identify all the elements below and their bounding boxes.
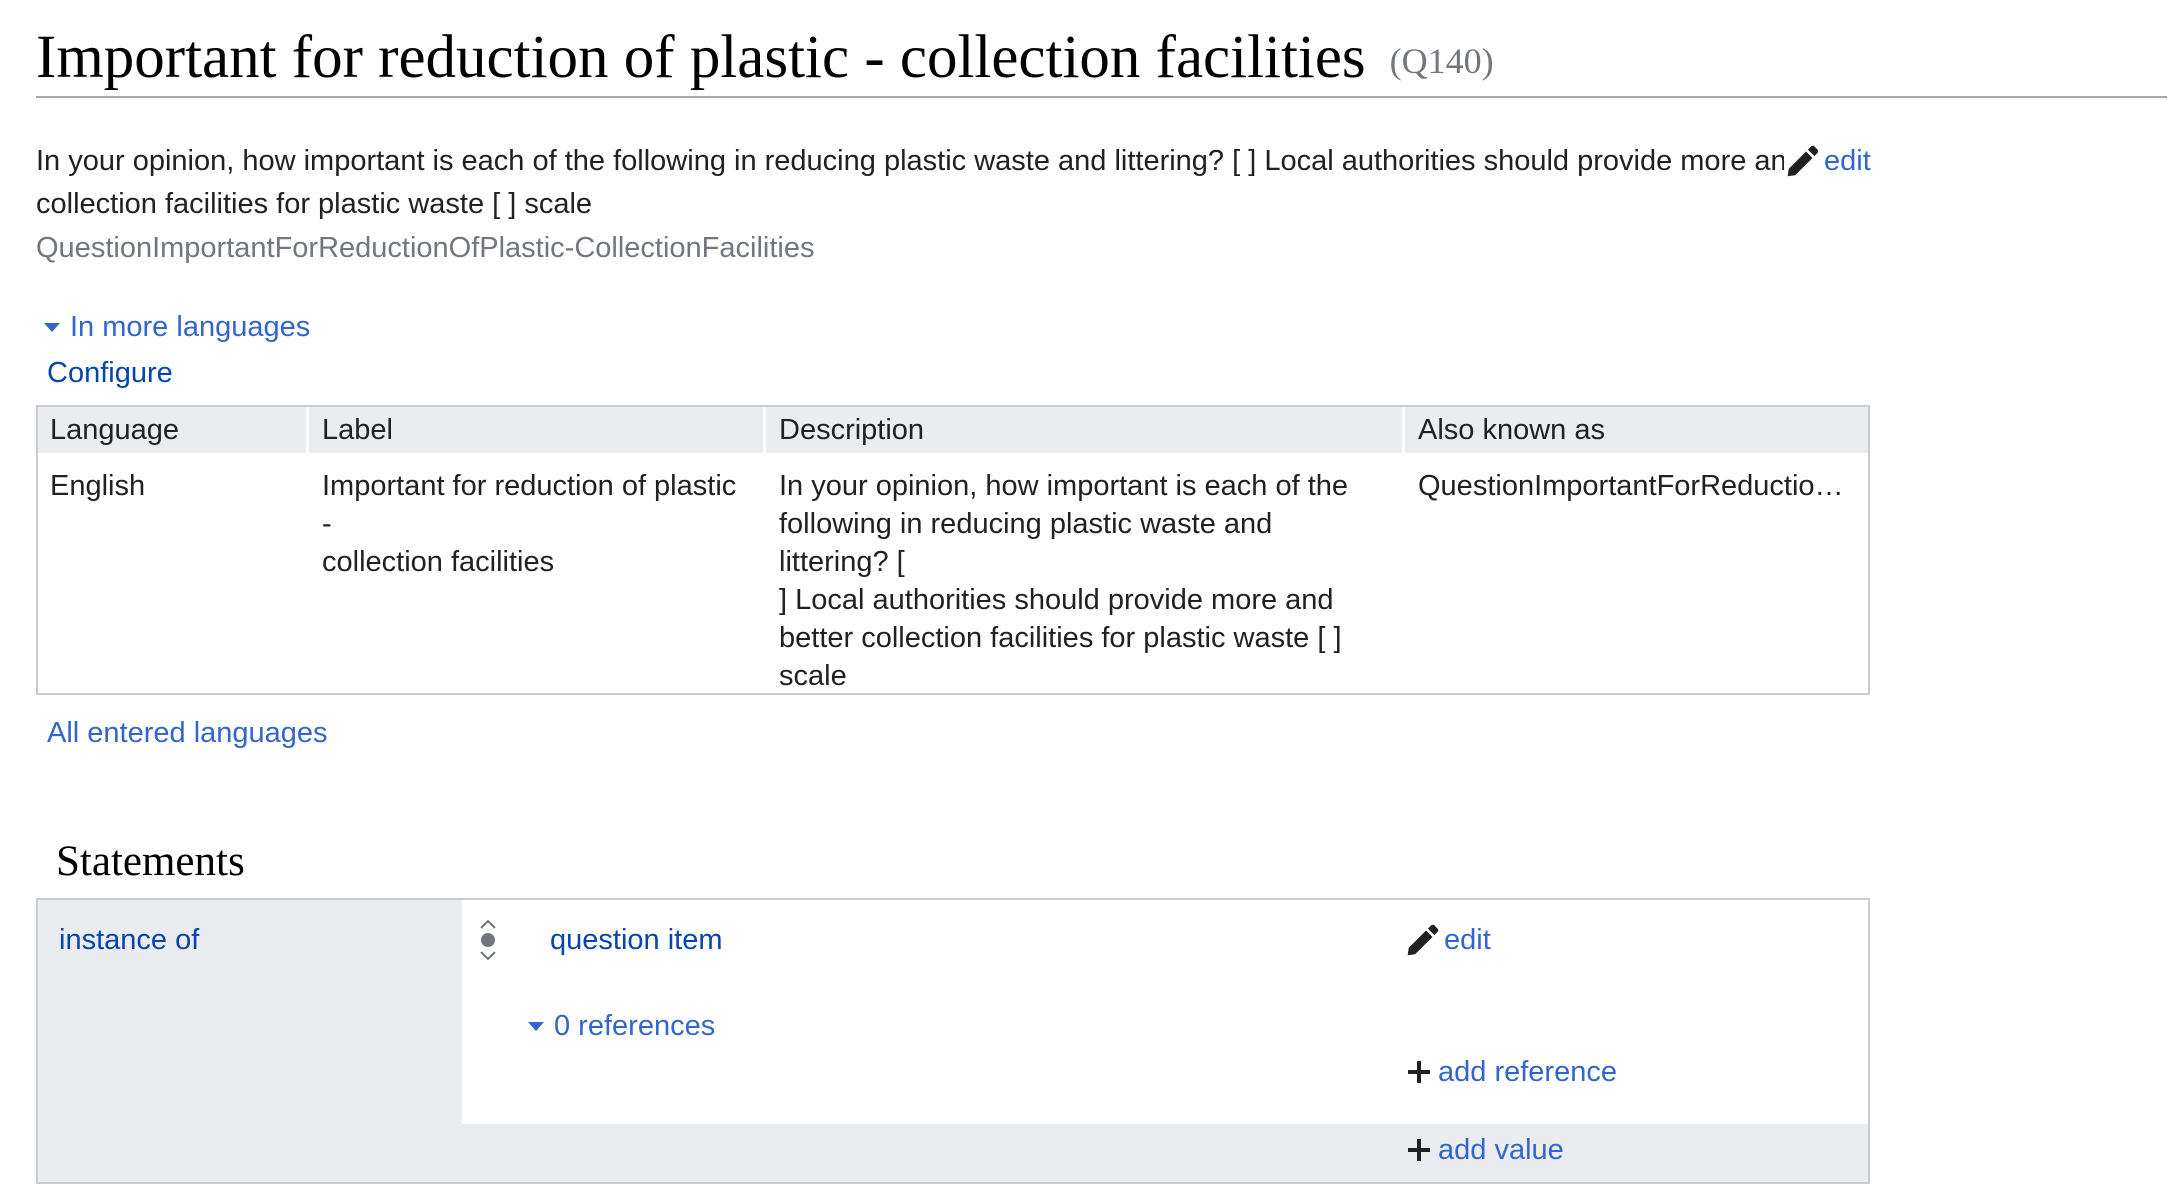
in-more-languages-toggle[interactable]: In more languages (44, 307, 310, 347)
add-reference-label: add reference (1438, 1056, 1617, 1088)
edit-statement-button[interactable]: edit (1406, 920, 1491, 960)
row-label: Important for reduction of plastic - col… (310, 467, 762, 581)
configure-link[interactable]: Configure (47, 353, 173, 393)
caret-down-icon (44, 322, 60, 332)
property-instance-of-link[interactable]: instance of (59, 920, 199, 960)
plus-icon (1408, 1139, 1430, 1161)
row-label-line: collection facilities (322, 546, 555, 578)
title-divider (36, 96, 2167, 98)
row-description-line: In your opinion, how important is each o… (779, 470, 1349, 502)
row-label-line: Important for reduction of plastic - (322, 470, 737, 540)
languages-table: Language Label Description Also known as… (36, 405, 1870, 695)
add-value-button[interactable]: add value (1408, 1130, 1564, 1170)
statement-group: instance of question item edit 0 referen… (36, 898, 1870, 1184)
header-language: Language (50, 414, 180, 446)
header-also-known-as: Also known as (1418, 414, 1605, 446)
row-language: English (50, 470, 146, 502)
row-description: In your opinion, how important is each o… (767, 467, 1401, 695)
header-description: Description (779, 414, 925, 446)
row-description-line: ] Local authorities should provide more … (779, 584, 1334, 616)
references-toggle[interactable]: 0 references (528, 1006, 715, 1046)
description-line-2: collection facilities for plastic waste … (36, 188, 593, 220)
row-description-line: better collection facilities for plastic… (779, 622, 1342, 654)
row-also-known-as: QuestionImportantForReductionOfPlastic-C… (1418, 470, 1868, 502)
pencil-icon (1407, 924, 1439, 956)
all-entered-languages-link[interactable]: All entered languages (47, 713, 328, 753)
description-line-1: In your opinion, how important is each o… (36, 141, 1784, 181)
pencil-icon (1787, 145, 1819, 177)
edit-label: edit (1824, 145, 1871, 177)
row-description-line: following in reducing plastic waste and … (779, 508, 1273, 578)
in-more-languages-label: In more languages (70, 311, 311, 343)
page-title: Important for reduction of plastic - col… (36, 18, 1494, 101)
page-title-text: Important for reduction of plastic - col… (36, 24, 1366, 91)
references-label: 0 references (554, 1010, 716, 1042)
add-reference-button[interactable]: add reference (1408, 1052, 1617, 1092)
alias-text: QuestionImportantForReductionOfPlastic-C… (36, 232, 815, 264)
edit-label: edit (1444, 924, 1491, 956)
description-text-1: In your opinion, how important is each o… (36, 145, 1784, 177)
edit-description-button[interactable]: edit (1786, 141, 1871, 181)
caret-down-icon (528, 1021, 544, 1031)
statement-value-panel: question item edit 0 references add refe… (462, 900, 1868, 1124)
add-value-label: add value (1438, 1134, 1564, 1166)
languages-table-header: Language Label Description Also known as (38, 407, 1868, 453)
row-description-line: scale (779, 660, 847, 692)
header-label: Label (322, 414, 393, 446)
rank-selector-icon[interactable] (476, 917, 500, 963)
plus-icon (1408, 1061, 1430, 1083)
statements-heading: Statements (56, 838, 245, 885)
statement-value-link[interactable]: question item (550, 920, 723, 960)
item-id: (Q140) (1389, 41, 1494, 81)
